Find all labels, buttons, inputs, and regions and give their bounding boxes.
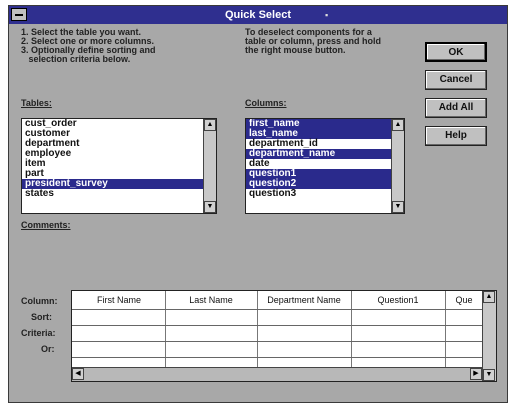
comments-label: Comments: [21,220,71,230]
scroll-down-icon[interactable]: ▼ [483,369,495,381]
instructions-left: 1. Select the table you want. 2. Select … [21,27,156,64]
grid-row-label-or: Or: [41,344,55,354]
cancel-button[interactable]: Cancel [425,70,487,90]
grid-row-line [72,309,482,310]
grid-row-line [72,341,482,342]
grid-divider [445,291,446,367]
columns-item[interactable]: question3 [246,189,404,199]
grid-horizontal-scrollbar[interactable]: ◀ ▶ [72,367,482,381]
scroll-down-icon[interactable]: ▼ [204,201,216,213]
tables-item[interactable]: item [22,159,216,169]
quick-select-dialog: Quick Select ▪ 1. Select the table you w… [8,5,508,403]
ok-button[interactable]: OK [425,42,487,62]
grid-row-line [72,357,482,358]
grid-header-department-name[interactable]: Department Name [258,295,350,307]
grid-divider [351,291,352,367]
grid-header-first-name[interactable]: First Name [74,295,164,307]
grid-row-label-column: Column: [21,296,58,306]
title-bar: Quick Select ▪ [9,6,507,24]
grid-divider [165,291,166,367]
columns-label: Columns: [245,98,287,108]
columns-list: first_name last_name department_id departme… [246,119,404,199]
tables-list: cust_order customer department employee item… [22,119,216,199]
grid-row-label-sort: Sort: [31,312,52,322]
tables-listbox[interactable]: cust_order customer department employee item… [21,118,217,214]
tables-item[interactable]: employee [22,149,216,159]
window-title: Quick Select [224,9,292,21]
grid-header-question1[interactable]: Question1 [352,295,444,307]
scroll-down-icon[interactable]: ▼ [392,201,404,213]
tables-label: Tables: [21,98,52,108]
tables-item[interactable]: states [22,189,216,199]
scroll-up-icon[interactable]: ▲ [204,119,216,131]
grid-vertical-scrollbar[interactable]: ▲ ▼ [482,291,496,381]
grid-header-question-partial[interactable]: Que [446,295,482,307]
help-button[interactable]: Help [425,126,487,146]
grid-header-last-name[interactable]: Last Name [166,295,256,307]
instructions-right: To deselect components for a table or co… [245,27,382,55]
columns-scrollbar[interactable]: ▲ ▼ [391,119,404,213]
tables-scrollbar[interactable]: ▲ ▼ [203,119,216,213]
columns-listbox[interactable]: first_name last_name department_id departme… [245,118,405,214]
scroll-up-icon[interactable]: ▲ [392,119,404,131]
title-dot-icon: ▪ [325,10,329,20]
scroll-right-icon[interactable]: ▶ [470,368,482,380]
grid-row-line [72,325,482,326]
scroll-up-icon[interactable]: ▲ [483,291,495,303]
add-all-button[interactable]: Add All [425,98,487,118]
scroll-left-icon[interactable]: ◀ [72,368,84,380]
grid-row-label-criteria: Criteria: [21,328,56,338]
query-grid[interactable]: First Name Last Name Department Name Que… [71,290,497,382]
grid-divider [257,291,258,367]
